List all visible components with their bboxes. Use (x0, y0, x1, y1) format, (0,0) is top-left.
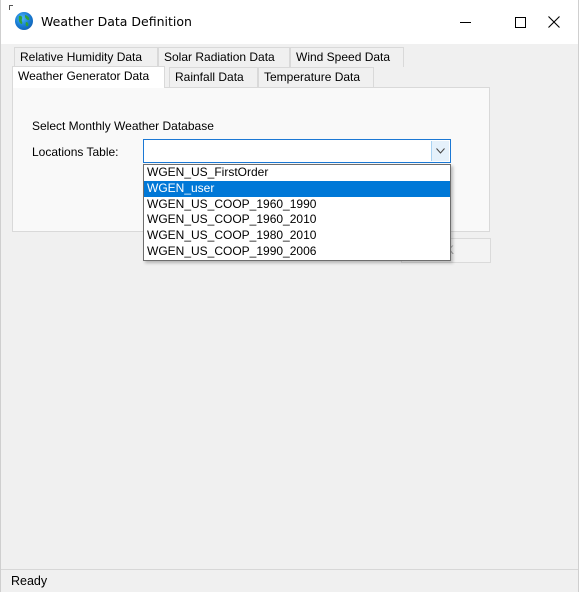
close-icon (548, 16, 560, 28)
tab-wind-speed-data[interactable]: Wind Speed Data (290, 47, 404, 67)
dropdown-option-wgen-us-firstorder[interactable]: WGEN_US_FirstOrder (144, 165, 450, 181)
tab-label: Rainfall Data (175, 70, 244, 84)
dropdown-option-wgen-us-coop-1960-1990[interactable]: WGEN_US_COOP_1960_1990 (144, 197, 450, 213)
dropdown-option-wgen-user[interactable]: WGEN_user (144, 180, 450, 197)
tab-label: Temperature Data (264, 70, 361, 84)
locations-table-combobox[interactable] (143, 139, 451, 163)
title-bar[interactable]: Weather Data Definition (1, 0, 578, 44)
dropdown-option-wgen-us-coop-1960-2010[interactable]: WGEN_US_COOP_1960_2010 (144, 212, 450, 228)
weather-data-definition-window: Weather Data Definition Relative Humidit… (0, 0, 579, 592)
tab-label: Relative Humidity Data (20, 50, 143, 64)
combo-dropdown-button[interactable] (431, 141, 449, 161)
tab-relative-humidity-data[interactable]: Relative Humidity Data (14, 47, 158, 67)
status-bar: Ready (1, 569, 578, 592)
resize-grip-mark (9, 5, 13, 10)
window-title: Weather Data Definition (41, 14, 192, 29)
tab-label: Weather Generator Data (18, 69, 150, 83)
globe-icon (15, 12, 33, 30)
minimize-button[interactable] (442, 0, 488, 44)
tab-label: Wind Speed Data (296, 50, 391, 64)
section-heading: Select Monthly Weather Database (32, 119, 214, 133)
locations-table-label: Locations Table: (32, 145, 119, 159)
status-text: Ready (11, 574, 48, 588)
tab-solar-radiation-data[interactable]: Solar Radiation Data (158, 47, 290, 67)
tab-weather-generator-data[interactable]: Weather Generator Data (12, 66, 165, 88)
minimize-icon (459, 21, 471, 23)
tab-rainfall-data[interactable]: Rainfall Data (169, 67, 258, 87)
tab-label: Solar Radiation Data (164, 50, 275, 64)
dropdown-option-wgen-us-coop-1980-2010[interactable]: WGEN_US_COOP_1980_2010 (144, 228, 450, 244)
dropdown-option-wgen-us-coop-1990-2006[interactable]: WGEN_US_COOP_1990_2006 (144, 244, 450, 260)
close-button[interactable] (531, 0, 577, 44)
tab-temperature-data[interactable]: Temperature Data (258, 67, 374, 87)
locations-dropdown-list[interactable]: WGEN_US_FirstOrder WGEN_user WGEN_US_COO… (143, 164, 451, 261)
maximize-icon (514, 16, 526, 28)
chevron-down-icon (436, 148, 445, 154)
